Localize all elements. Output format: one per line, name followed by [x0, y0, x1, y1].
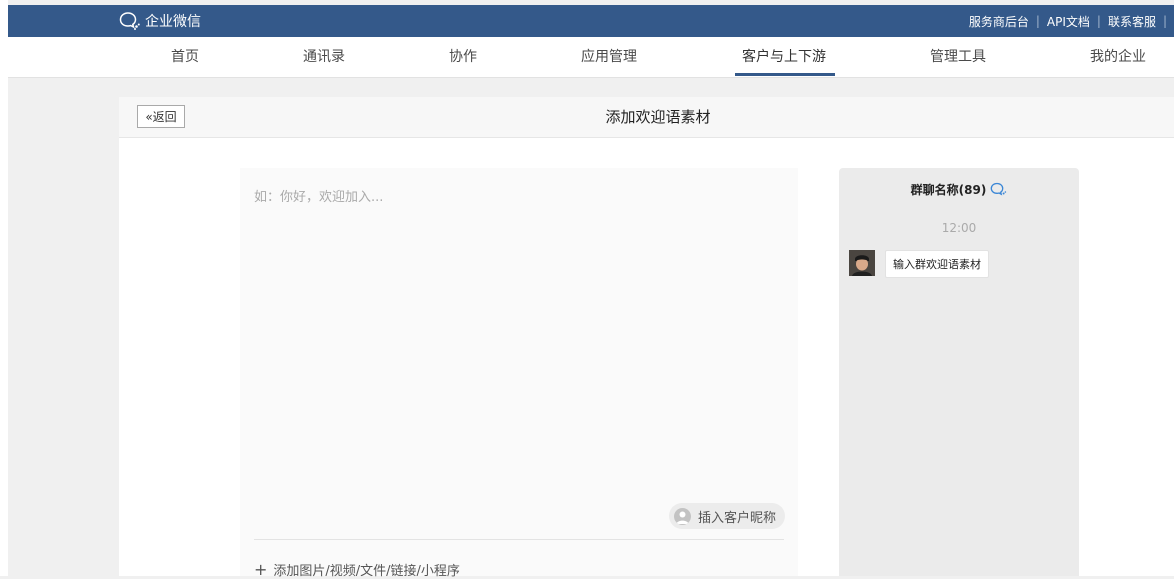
nav-item-customers[interactable]: 客户与上下游	[742, 37, 826, 77]
welcome-message-bubble: 输入群欢迎语素材	[885, 250, 989, 278]
back-button[interactable]: «返回	[137, 105, 185, 128]
top-links: 服务商后台 | API文档 | 联系客服 |	[969, 5, 1174, 37]
chat-preview-panel: 群聊名称(89) 12:00 输入群欢迎语素材	[839, 168, 1079, 576]
editor-placeholder: 如：你好，欢迎加入...	[254, 190, 384, 205]
main-nav: 首页 通讯录 协作 应用管理 客户与上下游 管理工具 我的企业	[8, 37, 1174, 78]
nav-item-contacts[interactable]: 通讯录	[303, 37, 345, 77]
nav-item-management-tools[interactable]: 管理工具	[930, 37, 986, 77]
card-header: 添加欢迎语素材 «返回	[119, 97, 1174, 138]
back-button-label: 返回	[152, 110, 177, 124]
nav-item-collaboration[interactable]: 协作	[449, 37, 477, 77]
brand-logo[interactable]: 企业微信	[119, 5, 201, 37]
top-link-api-docs[interactable]: API文档	[1047, 13, 1090, 30]
top-link-separator: |	[1035, 14, 1040, 28]
main-card: 添加欢迎语素材 «返回 如：你好，欢迎加入... 插入客户昵称 + 添加图片/视…	[119, 97, 1174, 579]
top-link-contact-support[interactable]: 联系客服	[1108, 13, 1156, 30]
left-edge-strip	[0, 0, 8, 576]
top-link-separator: |	[1162, 14, 1167, 28]
message-time: 12:00	[941, 221, 977, 235]
chat-bubble-icon	[990, 182, 1007, 196]
add-media-label: 添加图片/视频/文件/链接/小程序	[273, 564, 460, 579]
top-bar: 企业微信 服务商后台 | API文档 | 联系客服 |	[8, 5, 1174, 37]
double-chevron-left-icon: «	[145, 110, 153, 124]
nav-active-indicator	[735, 73, 835, 76]
add-media-button[interactable]: + 添加图片/视频/文件/链接/小程序	[254, 560, 460, 579]
top-link-separator: |	[1096, 14, 1101, 28]
editor-divider	[254, 539, 784, 540]
plus-icon: +	[254, 560, 268, 579]
avatar	[849, 250, 875, 276]
insert-nickname-button[interactable]: 插入客户昵称	[669, 503, 786, 529]
insert-nickname-label: 插入客户昵称	[698, 510, 777, 526]
brand-name: 企业微信	[145, 14, 201, 30]
group-name: 群聊名称(89)	[910, 183, 987, 197]
person-icon	[674, 507, 691, 525]
wework-logo-icon	[119, 12, 140, 30]
page-title: 添加欢迎语素材	[605, 108, 711, 126]
nav-item-app-management[interactable]: 应用管理	[581, 37, 637, 77]
nav-item-my-enterprise[interactable]: 我的企业	[1090, 37, 1146, 77]
top-link-service-provider[interactable]: 服务商后台	[969, 13, 1029, 30]
preview-group-title: 群聊名称(89)	[839, 181, 1079, 198]
nav-item-home[interactable]: 首页	[171, 37, 199, 77]
welcome-message-editor[interactable]: 如：你好，欢迎加入... 插入客户昵称 + 添加图片/视频/文件/链接/小程序	[240, 168, 798, 579]
